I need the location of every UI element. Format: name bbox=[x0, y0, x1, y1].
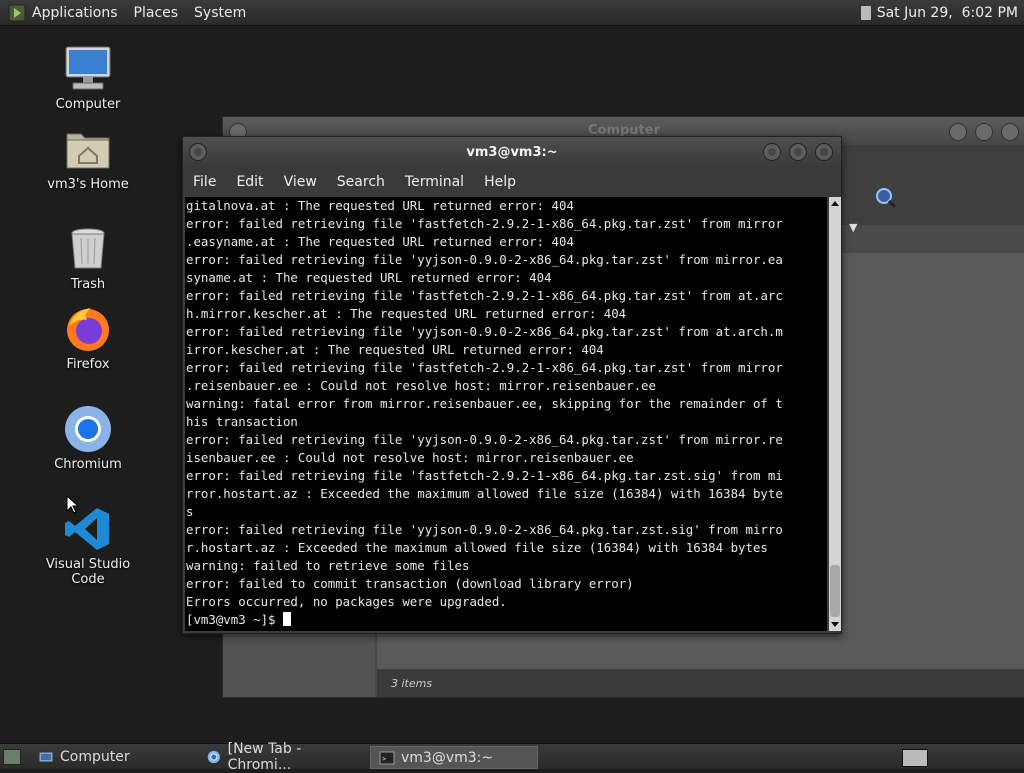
minimize-button[interactable] bbox=[949, 123, 967, 141]
desktop-icon-vscode[interactable]: Visual Studio Code bbox=[28, 504, 148, 587]
terminal-window[interactable]: vm3@vm3:~ File Edit View Search Terminal… bbox=[182, 136, 842, 634]
desktop-icon-label: Trash bbox=[70, 277, 106, 292]
desktop-icon-label: Visual Studio Code bbox=[45, 557, 131, 587]
terminal-prompt-line[interactable]: [vm3@vm3 ~]$ bbox=[185, 611, 827, 629]
home-folder-icon bbox=[63, 124, 113, 174]
terminal-line: irror.kescher.at : The requested URL ret… bbox=[186, 342, 604, 357]
terminal-line: gitalnova.at : The requested URL returne… bbox=[186, 198, 574, 213]
menu-help[interactable]: Help bbox=[484, 174, 516, 190]
show-desktop-icon[interactable] bbox=[3, 749, 21, 765]
terminal-line: .easyname.at : The requested URL returne… bbox=[186, 234, 574, 249]
minimize-button[interactable] bbox=[763, 143, 781, 161]
taskbar-item-chromium[interactable]: [New Tab - Chromi... bbox=[198, 741, 366, 773]
terminal-line: syname.at : The requested URL returned e… bbox=[186, 270, 552, 285]
scroll-up-arrow-icon[interactable] bbox=[831, 201, 839, 206]
system-tray: Sat Jun 29, 6:02 PM bbox=[860, 0, 1018, 25]
terminal-line: his transaction bbox=[186, 414, 298, 429]
desktop-icon-chromium[interactable]: Chromium bbox=[28, 404, 148, 472]
mouse-pointer-icon bbox=[66, 495, 78, 514]
menu-search[interactable]: Search bbox=[337, 174, 385, 190]
maximize-button[interactable] bbox=[789, 143, 807, 161]
terminal-line: error: failed retrieving file 'yyjson-0.… bbox=[186, 252, 783, 267]
close-button[interactable] bbox=[815, 143, 833, 161]
terminal-line: r.hostart.az : Exceeded the maximum allo… bbox=[186, 540, 768, 555]
desktop-icon-home[interactable]: vm3's Home bbox=[28, 124, 148, 192]
desktop-icon-label: Firefox bbox=[66, 357, 110, 372]
clock[interactable]: Sat Jun 29, 6:02 PM bbox=[877, 5, 1018, 21]
terminal-menubar: File Edit View Search Terminal Help bbox=[183, 167, 841, 197]
terminal-cursor bbox=[282, 612, 291, 626]
status-item-count: 3 items bbox=[391, 677, 433, 690]
terminal-prompt: [vm3@vm3 ~]$ bbox=[186, 612, 283, 627]
desktop-icon-label: vm3's Home bbox=[47, 177, 129, 192]
svg-text:>: > bbox=[382, 755, 386, 763]
desktop-icon-firefox[interactable]: Firefox bbox=[28, 304, 148, 372]
chromium-icon bbox=[63, 404, 113, 454]
desktop-icon-trash[interactable]: Trash bbox=[28, 224, 148, 292]
terminal-line: Errors occurred, no packages were upgrad… bbox=[186, 594, 507, 609]
terminal-line: warning: fatal error from mirror.reisenb… bbox=[186, 396, 783, 411]
terminal-line: error: failed retrieving file 'yyjson-0.… bbox=[186, 432, 783, 447]
computer-icon bbox=[63, 44, 113, 94]
terminal-line: h.mirror.kescher.at : The requested URL … bbox=[186, 306, 627, 321]
terminal-line: s bbox=[186, 504, 194, 519]
menu-applications[interactable]: Applications bbox=[32, 5, 118, 21]
trash-icon bbox=[63, 224, 113, 274]
menu-system[interactable]: System bbox=[194, 5, 246, 21]
terminal-line: error: failed retrieving file 'fastfetch… bbox=[186, 216, 783, 231]
battery-icon[interactable] bbox=[860, 5, 871, 20]
folder-icon bbox=[38, 751, 54, 762]
applications-logo-icon[interactable] bbox=[8, 4, 26, 22]
menu-edit[interactable]: Edit bbox=[236, 174, 263, 190]
terminal-line: .reisenbauer.ee : Could not resolve host… bbox=[186, 378, 656, 393]
workspace-switcher[interactable] bbox=[902, 749, 928, 767]
terminal-line: warning: failed to retrieve some files bbox=[186, 558, 470, 573]
bottom-taskbar: Computer [New Tab - Chromi... > vm3@vm3:… bbox=[0, 741, 1024, 773]
menu-file[interactable]: File bbox=[193, 174, 216, 190]
terminal-line: error: failed retrieving file 'yyjson-0.… bbox=[186, 324, 783, 339]
terminal-titlebar[interactable]: vm3@vm3:~ bbox=[183, 137, 841, 167]
top-panel: Applications Places System Sat Jun 29, 6… bbox=[0, 0, 1024, 26]
terminal-line: error: failed retrieving file 'fastfetch… bbox=[186, 360, 783, 375]
terminal-line: error: failed retrieving file 'yyjson-0.… bbox=[186, 522, 783, 537]
terminal-title: vm3@vm3:~ bbox=[466, 145, 558, 160]
menu-places[interactable]: Places bbox=[134, 5, 179, 21]
taskbar-item-computer[interactable]: Computer bbox=[30, 746, 196, 767]
maximize-button[interactable] bbox=[975, 123, 993, 141]
menu-terminal[interactable]: Terminal bbox=[405, 174, 464, 190]
file-manager-statusbar: 3 items bbox=[377, 669, 1024, 697]
terminal-output[interactable]: gitalnova.at : The requested URL returne… bbox=[185, 197, 827, 631]
terminal-scrollbar[interactable] bbox=[829, 197, 841, 631]
taskbar-item-terminal[interactable]: > vm3@vm3:~ bbox=[370, 746, 538, 769]
desktop-icon-label: Computer bbox=[55, 97, 121, 112]
desktop-icon-computer[interactable]: Computer bbox=[28, 44, 148, 112]
desktop-icon-label: Chromium bbox=[54, 457, 122, 472]
scroll-down-arrow-icon[interactable] bbox=[831, 622, 839, 627]
search-icon[interactable] bbox=[875, 187, 897, 209]
scrollbar-thumb[interactable] bbox=[830, 565, 840, 617]
chevron-down-icon[interactable]: ▼ bbox=[849, 221, 857, 234]
firefox-icon bbox=[63, 304, 113, 354]
terminal-line: error: failed retrieving file 'fastfetch… bbox=[186, 468, 783, 483]
terminal-line: isenbauer.ee : Could not resolve host: m… bbox=[186, 450, 634, 465]
terminal-line: rror.hostart.az : Exceeded the maximum a… bbox=[186, 486, 783, 501]
terminal-line: error: failed to commit transaction (dow… bbox=[186, 576, 634, 591]
terminal-icon: > bbox=[379, 751, 395, 764]
chromium-icon bbox=[207, 750, 220, 763]
terminal-line: error: failed retrieving file 'fastfetch… bbox=[186, 288, 783, 303]
close-button[interactable] bbox=[1001, 123, 1019, 141]
taskbar-item-label: vm3@vm3:~ bbox=[401, 749, 494, 766]
menu-view[interactable]: View bbox=[284, 174, 317, 190]
taskbar-item-label: Computer bbox=[60, 748, 130, 765]
